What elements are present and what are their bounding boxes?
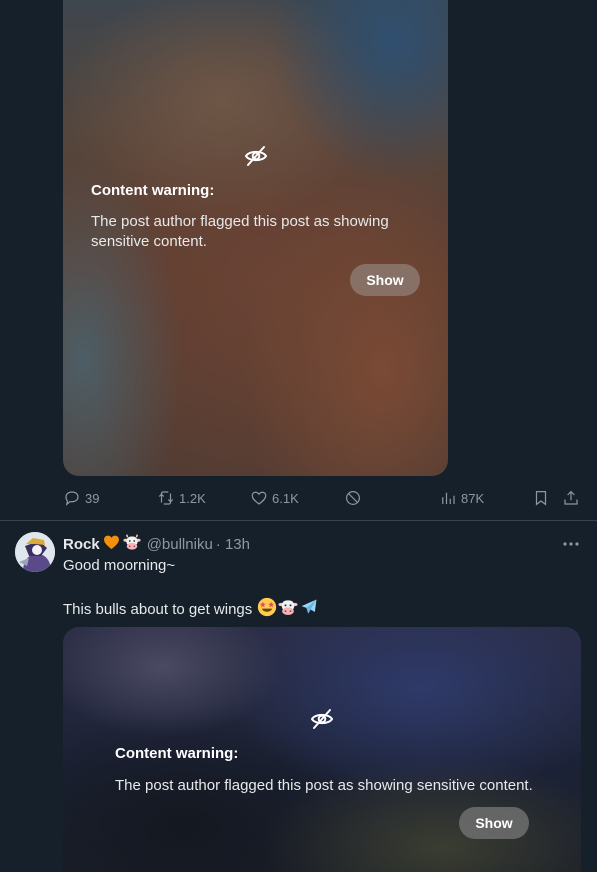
user-handle[interactable]: @bullniku (147, 536, 213, 553)
content-warning-title: Content warning: (115, 745, 239, 762)
display-name[interactable]: Rock (63, 536, 100, 553)
post-time[interactable]: · 13h (216, 536, 250, 553)
repost-icon (158, 491, 174, 505)
post-actions-bar: 39 1.2K 6.1K 87K (63, 486, 583, 510)
sensitive-media-2[interactable]: Content warning: The post author flagged… (63, 627, 581, 872)
like-count: 6.1K (272, 490, 299, 506)
content-warning-title: Content warning: (91, 182, 215, 199)
share-icon (564, 490, 578, 505)
airplane-icon (299, 597, 319, 621)
eye-slash-icon (244, 146, 268, 166)
eye-slash-icon (310, 709, 334, 729)
post-text: This bulls about to get wings (63, 600, 253, 618)
more-options-icon[interactable] (560, 534, 582, 554)
show-media-button[interactable]: Show (350, 264, 420, 296)
cow-face-icon (278, 597, 298, 621)
repost-button[interactable]: 1.2K (157, 486, 206, 510)
reply-button[interactable]: 39 (63, 486, 99, 510)
content-warning-text: The post author flagged this post as sho… (115, 777, 533, 794)
post-text-line-1: Good moorning~ (63, 557, 176, 574)
post-header: Rock @bullniku · 13h (63, 533, 250, 555)
post-text-line-2: This bulls about to get wings (63, 597, 319, 621)
like-button[interactable]: 6.1K (250, 486, 299, 510)
reply-count: 39 (85, 490, 100, 506)
orange-heart-icon (103, 534, 120, 554)
repost-count: 1.2K (179, 490, 206, 506)
bookmark-icon (535, 491, 547, 506)
views-button[interactable]: 87K (439, 486, 484, 510)
show-media-button[interactable]: Show (459, 807, 529, 839)
share-button[interactable] (562, 486, 580, 510)
star-struck-icon (257, 597, 277, 621)
block-icon (346, 491, 360, 505)
reply-icon (65, 491, 79, 507)
avatar-image (15, 532, 55, 572)
content-warning-text: The post author flagged this post as sho… (91, 213, 389, 250)
analytics-icon (442, 492, 455, 504)
block-button[interactable] (344, 486, 362, 510)
timeline: Content warning: The post author flagged… (0, 0, 597, 872)
post-divider (0, 520, 597, 521)
bookmark-button[interactable] (532, 486, 550, 510)
avatar[interactable] (15, 532, 55, 572)
heart-icon (251, 491, 267, 505)
cow-face-icon (123, 533, 141, 555)
view-count: 87K (461, 490, 485, 506)
sensitive-media-1[interactable]: Content warning: The post author flagged… (63, 0, 448, 476)
